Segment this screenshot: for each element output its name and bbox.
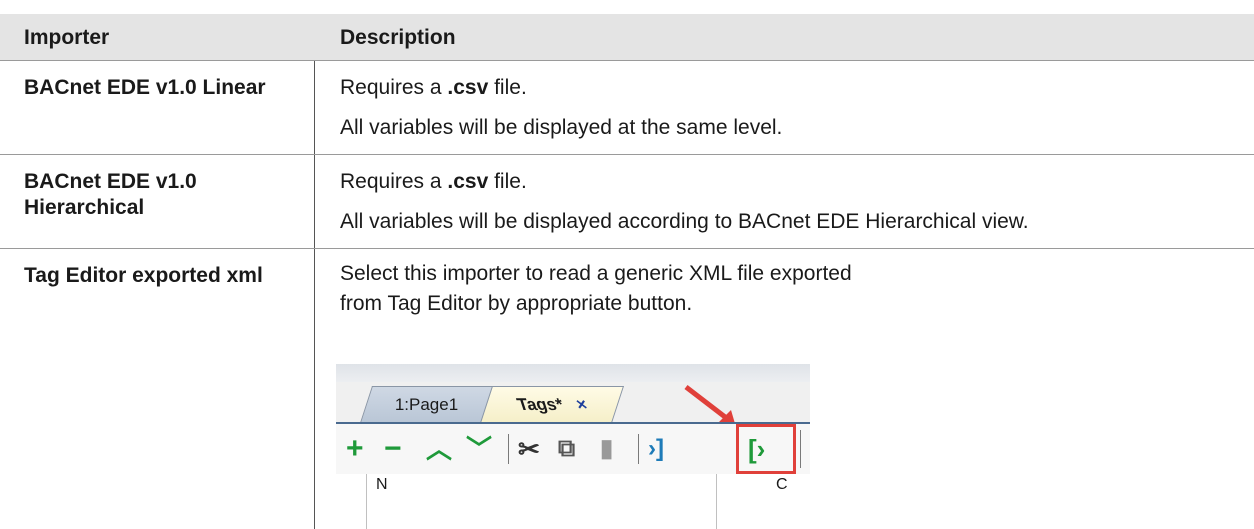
cut-icon: ✂: [518, 434, 540, 464]
description-line: All variables will be displayed at the s…: [340, 116, 783, 139]
table-header: Importer Description: [0, 14, 1254, 61]
grid-header-name: N: [376, 476, 388, 493]
minus-icon: −: [384, 432, 402, 465]
description-line: All variables will be displayed accordin…: [340, 210, 1029, 233]
description-line: Requires a .csv file.: [340, 76, 527, 99]
chevron-up-icon: ︿: [426, 434, 453, 464]
import-button-highlight: [736, 424, 796, 474]
tab-page1: 1:Page1: [359, 386, 495, 423]
window-strip: [336, 364, 810, 382]
toolbar-separator: [800, 430, 801, 468]
paste-icon: ▮: [600, 435, 614, 462]
toolbar-separator: [508, 434, 509, 464]
header-importer: Importer: [24, 26, 110, 49]
header-description: Description: [340, 26, 456, 49]
importer-table: Importer Description BACnet EDE v1.0 Lin…: [0, 14, 1254, 529]
close-icon: ×: [573, 395, 590, 414]
importer-name: BACnet EDE v1.0 Linear: [24, 76, 266, 99]
plus-icon: +: [346, 432, 364, 465]
export-icon: ›]: [648, 435, 664, 462]
tag-editor-screenshot: 1:Page1 Tags* × + − ︿ ﹀ ✂ ⧉ ▮ ›] [› N C: [336, 364, 810, 529]
chevron-down-icon: ﹀: [466, 434, 493, 464]
toolbar-separator: [638, 434, 639, 464]
table-row: BACnet EDE v1.0 Linear Requires a .csv f…: [0, 61, 1254, 154]
description-line: Requires a .csv file.: [340, 170, 527, 193]
importer-name: Tag Editor exported xml: [24, 264, 263, 287]
grid-header-c: C: [776, 476, 788, 493]
tab-tags: Tags* ×: [479, 386, 625, 423]
importer-name: BACnet EDE v1.0 Hierarchical: [24, 170, 197, 219]
description-line: Select this importer to read a generic X…: [340, 262, 852, 315]
copy-icon: ⧉: [558, 435, 576, 462]
table-row: BACnet EDE v1.0 Hierarchical Requires a …: [0, 155, 1254, 248]
grid-header-row: N C: [336, 474, 810, 529]
